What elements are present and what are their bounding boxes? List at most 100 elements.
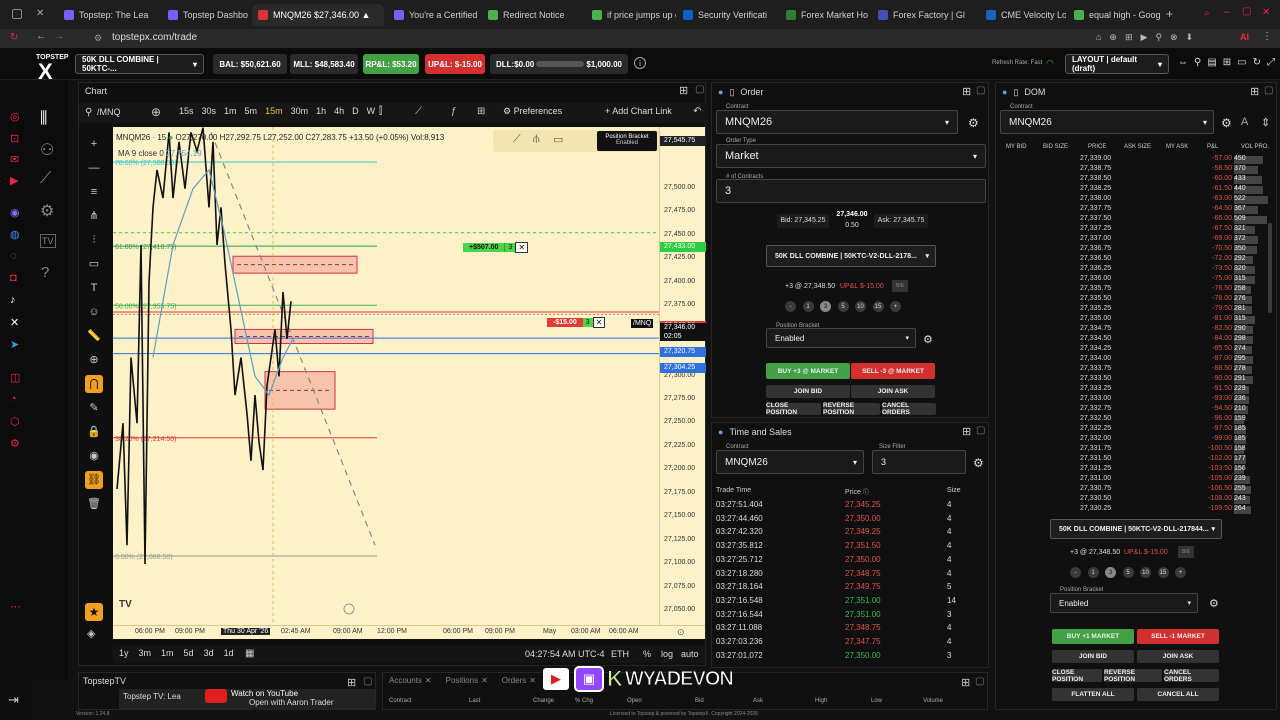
cancel-all-button[interactable]: CANCEL ALL xyxy=(1137,688,1219,701)
indicators-icon[interactable]: ƒ xyxy=(451,106,457,117)
favorite-star-icon[interactable]: ★ xyxy=(85,603,103,621)
panel-menu-icon[interactable]: ▢ xyxy=(975,676,984,687)
qty-preset-minus[interactable]: - xyxy=(1070,567,1081,578)
account-selector[interactable]: 50K DLL COMBINE | 50KTC-... ▾ xyxy=(75,54,204,74)
dom-row[interactable]: 27,334.75 -82.50 290 xyxy=(996,325,1276,335)
time-axis[interactable]: 06:00 PM 09:00 PM Thu 30 Apr '26 02:45 AM 09… xyxy=(113,625,705,639)
bar-replay-icon[interactable] xyxy=(343,603,355,615)
preferences-button[interactable]: ⚙ Preferences xyxy=(503,106,562,117)
timeframe-1m[interactable]: 1m xyxy=(220,106,241,116)
qty-preset-10[interactable]: 10 xyxy=(1140,567,1151,578)
dom-sell-button[interactable]: SELL -1 MARKET xyxy=(1137,629,1219,644)
dom-row[interactable]: 27,333.75 -88.50 278 xyxy=(996,365,1276,375)
dom-row[interactable]: 27,337.00 -69.00 372 xyxy=(996,235,1276,245)
browser-tab[interactable]: if price jumps up c xyxy=(586,4,676,26)
dom-row[interactable]: 27,338.75 -58.50 370 xyxy=(996,165,1276,175)
close-icon[interactable]: ✕ xyxy=(481,676,488,685)
dom-join-ask-button[interactable]: JOIN ASK xyxy=(1137,650,1219,663)
browser-tab[interactable]: Topstep: The Lea xyxy=(58,4,158,26)
tab-actions-icon[interactable] xyxy=(12,9,22,19)
line-tool-icon[interactable]: — xyxy=(85,159,103,177)
center-icon[interactable]: ⇕ xyxy=(1261,116,1270,129)
dom-row[interactable]: 27,334.50 -84.00 298 xyxy=(996,335,1276,345)
contract-select[interactable]: MNQM26 ▾ xyxy=(716,110,958,134)
reload-icon[interactable]: ↻ xyxy=(10,32,18,43)
dom-breakeven-button[interactable]: B/E xyxy=(1178,546,1194,558)
browser-tab[interactable]: Topstep Dashboa xyxy=(162,4,248,26)
range-1m[interactable]: 1m xyxy=(161,648,174,658)
close-window-icon[interactable]: ✕ xyxy=(1262,7,1270,18)
date-range-icon[interactable]: ▦ xyxy=(245,648,254,659)
dom-row[interactable]: 27,336.75 -70.50 350 xyxy=(996,245,1276,255)
sell-market-button[interactable]: SELL -3 @ MARKET xyxy=(851,363,935,379)
join-bid-button[interactable]: JOIN BID xyxy=(766,385,850,398)
discord-icon[interactable]: ◉ xyxy=(10,206,20,219)
breakeven-button[interactable]: B/E xyxy=(892,280,908,292)
tp-close-icon[interactable]: ✕ xyxy=(515,241,529,253)
more-icon[interactable]: ⋯ xyxy=(10,600,21,613)
timeframe-1h[interactable]: 1h xyxy=(312,106,330,116)
qty-preset-15[interactable]: 15 xyxy=(872,301,884,312)
search-icon[interactable]: ⚲ xyxy=(85,107,92,118)
browser-tab[interactable]: Redirect Notice xyxy=(482,4,582,26)
browser-tab[interactable]: CME Velocity Log xyxy=(980,4,1066,26)
settings-nav-icon[interactable]: ⚙ xyxy=(40,201,54,221)
fib-tool-icon[interactable]: ⫶ xyxy=(85,231,103,249)
trash-icon[interactable]: 🗑 xyxy=(85,495,103,513)
timeframe-30s[interactable]: 30s xyxy=(198,106,221,116)
dom-scrollbar[interactable] xyxy=(1268,223,1272,313)
bid-price[interactable]: Bid: 27,345.25 xyxy=(777,214,829,228)
dom-row[interactable]: 27,338.50 -60.00 433 xyxy=(996,175,1276,185)
browser-tab[interactable]: Security Verificati xyxy=(677,4,777,26)
hline-tool-icon[interactable]: ≡ xyxy=(85,183,103,201)
panel-menu-icon[interactable]: ▢ xyxy=(695,84,704,95)
line-style-icon[interactable]: ⟋ xyxy=(415,106,422,117)
forward-icon[interactable]: → xyxy=(54,31,64,42)
chart-nav-icon[interactable]: ⫼ xyxy=(40,110,47,128)
x-social-icon[interactable]: ✕ xyxy=(10,316,19,329)
settings-icon[interactable]: ⚙ xyxy=(10,437,20,450)
qty-preset-15[interactable]: 15 xyxy=(1157,567,1169,578)
qty-input[interactable]: 3 xyxy=(716,179,986,203)
header-tools[interactable]: ⇔⚲▤⊞▭↻⤢ xyxy=(1178,57,1280,68)
bottom-tab-accounts[interactable]: Accounts ✕ xyxy=(389,676,432,685)
dom-row[interactable]: 27,332.50 -96.00 159 xyxy=(996,415,1276,425)
symbol-input[interactable]: /MNQ xyxy=(97,107,121,117)
qty-preset-plus[interactable]: + xyxy=(890,301,901,312)
dom-join-bid-button[interactable]: JOIN BID xyxy=(1052,650,1134,663)
browser-tab[interactable]: equal high - Goog xyxy=(1068,4,1160,26)
timeframe-D[interactable]: D xyxy=(348,106,363,116)
dom-account-select[interactable]: 50K DLL COMBINE | 50KTC-V2-DLL-217844...… xyxy=(1050,519,1222,539)
dom-bracket-settings-icon[interactable]: ⚙ xyxy=(1209,597,1219,610)
shape-tool-icon[interactable]: ▭ xyxy=(85,255,103,273)
zoom-icon[interactable]: ⊕ xyxy=(85,351,103,369)
undo-icon[interactable]: ↶ xyxy=(693,106,701,117)
session-label[interactable]: ETH xyxy=(611,649,629,659)
reverse-position-button[interactable]: REVERSE POSITION xyxy=(823,402,880,416)
dom-row[interactable]: 27,336.00 -75.00 315 xyxy=(996,275,1276,285)
browser-tab[interactable]: MNQM26 $27,346.00 ▲ xyxy=(252,4,384,26)
range-3m[interactable]: 3m xyxy=(139,648,152,658)
search-tabs-icon[interactable]: ⌕ xyxy=(1204,8,1210,19)
dom-row[interactable]: 27,330.75 -106.50 255 xyxy=(996,485,1276,495)
notification-icon[interactable]: ◎ xyxy=(10,110,20,123)
stop-loss-tag[interactable]: -$15.00 3 ✕ xyxy=(547,316,606,328)
layers-icon[interactable]: ◈ xyxy=(87,627,95,640)
range-3d[interactable]: 3d xyxy=(204,648,214,658)
ai-button[interactable]: AI xyxy=(1240,32,1249,42)
tv-video[interactable]: Topstep TV: Lea Watch on YouTube Open wi… xyxy=(119,689,375,709)
dom-row[interactable]: 27,330.25 -109.50 264 xyxy=(996,505,1276,515)
info-icon[interactable]: i xyxy=(634,57,646,69)
qty-preset-5[interactable]: 5 xyxy=(1122,567,1134,578)
music-icon[interactable]: ◔ xyxy=(10,393,17,405)
dom-contract-select[interactable]: MNQM26 ▾ xyxy=(1000,110,1214,134)
percent-toggle[interactable]: % xyxy=(643,649,651,659)
dom-row[interactable]: 27,335.00 -81.00 315 xyxy=(996,315,1276,325)
price-chart[interactable]: 78.60% (27,508.50) 61.80% (27,418.75) 50.0… xyxy=(113,127,659,639)
timeframe-4h[interactable]: 4h xyxy=(330,106,348,116)
size-filter-input[interactable]: 3 xyxy=(872,450,966,474)
logout-icon[interactable]: ⇥ xyxy=(8,692,19,708)
dom-row[interactable]: 27,338.00 -63.00 522 xyxy=(996,195,1276,205)
range-1d[interactable]: 1d xyxy=(224,648,234,658)
qty-preset-1[interactable]: 1 xyxy=(802,301,814,312)
